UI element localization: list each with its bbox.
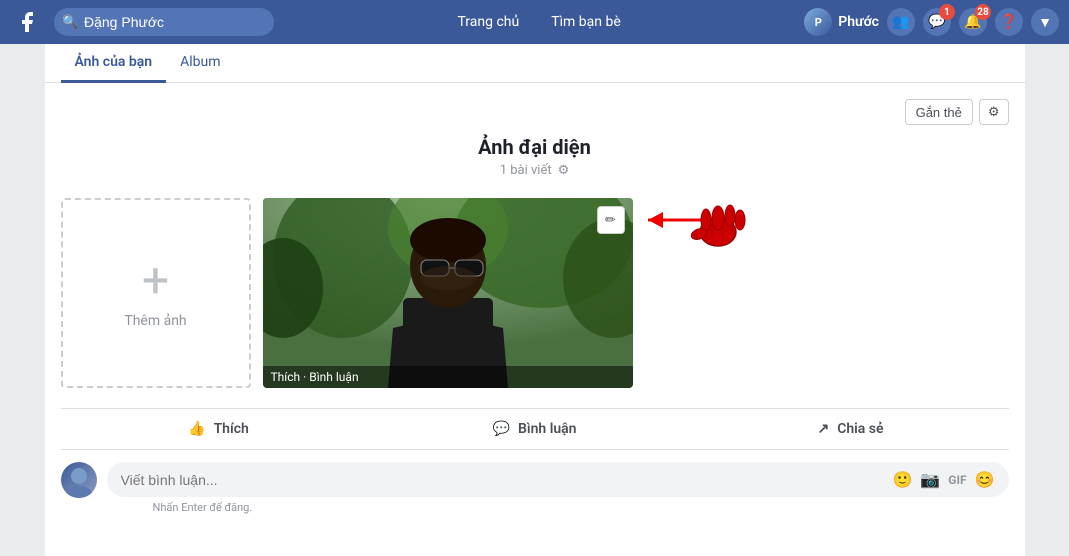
share-button[interactable]: ↗ Chia sẻ xyxy=(693,413,1009,445)
comment-area: 🙂 📷 GIF 😊 Nhấn Enter để đăng. xyxy=(61,462,1009,514)
subnav-albums[interactable]: Album xyxy=(166,44,234,83)
comment-input[interactable] xyxy=(121,472,885,488)
share-label: Chia sẻ xyxy=(837,421,883,437)
photo-title: Ảnh đại diện xyxy=(61,135,1009,159)
add-photo-label: Thêm ảnh xyxy=(124,313,186,329)
question-icon: ❓ xyxy=(1000,14,1017,30)
commenter-avatar xyxy=(61,462,97,498)
sticker-icon[interactable]: 😊 xyxy=(975,470,995,489)
photo-subtitle: 1 bài viết ⚙ xyxy=(61,163,1009,178)
facebook-logo[interactable] xyxy=(10,4,46,40)
comment-input-wrap[interactable]: 🙂 📷 GIF 😊 xyxy=(107,462,1009,497)
enter-hint: Nhấn Enter để đăng. xyxy=(153,501,1009,514)
post-count: 1 bài viết xyxy=(500,163,552,178)
comment-label: Bình luận xyxy=(518,421,577,437)
emoji-icon[interactable]: 🙂 xyxy=(892,470,912,489)
nav-left: 🔍 xyxy=(10,4,274,40)
message-badge: 1 xyxy=(939,4,955,20)
like-button[interactable]: 👍 Thích xyxy=(61,413,377,445)
action-bar: 👍 Thích 💬 Bình luận ↗ Chia sẻ xyxy=(61,408,1009,450)
gear-button[interactable]: ⚙ xyxy=(979,99,1009,125)
edit-photo-button[interactable]: ✏ xyxy=(597,206,625,234)
profile-avatar: P xyxy=(804,8,832,36)
gif-icon[interactable]: GIF xyxy=(948,473,966,487)
page-wrapper: Ảnh của bạn Album Gắn thẻ ⚙ Ảnh đại diện… xyxy=(0,44,1069,556)
chevron-down-icon: ▼ xyxy=(1038,14,1052,31)
comment-button[interactable]: 💬 Bình luận xyxy=(377,413,693,445)
profile-name: Phước xyxy=(838,14,879,30)
top-buttons: Gắn thẻ ⚙ xyxy=(61,99,1009,125)
notifications-icon-button[interactable]: 🔔 28 xyxy=(959,8,987,36)
tag-button[interactable]: Gắn thẻ xyxy=(905,99,973,125)
help-icon-button[interactable]: ❓ xyxy=(995,8,1023,36)
people-icon: 👥 xyxy=(892,14,909,30)
plus-icon: + xyxy=(142,257,169,305)
people-icon-button[interactable]: 👥 xyxy=(887,8,915,36)
content-area: Ảnh của bạn Album Gắn thẻ ⚙ Ảnh đại diện… xyxy=(45,44,1025,556)
profile-button[interactable]: P Phước xyxy=(804,8,879,36)
find-friends-link[interactable]: Tìm bạn bè xyxy=(545,14,627,30)
subnav: Ảnh của bạn Album xyxy=(45,44,1025,83)
main-content: Gắn thẻ ⚙ Ảnh đại diện 1 bài viết ⚙ + Th… xyxy=(45,83,1025,530)
nav-right: P Phước 👥 💬 1 🔔 28 ❓ ▼ xyxy=(804,8,1059,36)
dropdown-icon-button[interactable]: ▼ xyxy=(1031,8,1059,36)
comment-icon: 💬 xyxy=(493,421,510,437)
notification-badge: 28 xyxy=(975,4,991,20)
home-link[interactable]: Trang chủ xyxy=(451,14,525,30)
photo-grid: + Thêm ảnh xyxy=(61,198,1009,388)
photo-item: Thích · Bình luận ✏ xyxy=(263,198,633,388)
nav-center: Trang chủ Tìm bạn bè xyxy=(274,14,804,30)
comment-emoji-icons: 🙂 📷 GIF 😊 xyxy=(892,470,994,489)
search-wrap: 🔍 xyxy=(54,8,274,36)
messages-icon-button[interactable]: 💬 1 xyxy=(923,8,951,36)
like-label: Thích xyxy=(214,421,249,437)
search-input[interactable] xyxy=(54,8,274,36)
top-navigation: 🔍 Trang chủ Tìm bạn bè P Phước 👥 💬 1 🔔 2… xyxy=(0,0,1069,44)
arrow-annotation xyxy=(628,190,748,260)
subnav-photos[interactable]: Ảnh của bạn xyxy=(61,44,167,83)
subtitle-gear-icon[interactable]: ⚙ xyxy=(558,163,570,178)
camera-icon[interactable]: 📷 xyxy=(920,470,940,489)
photo-overlay-bar: Thích · Bình luận xyxy=(263,366,633,388)
like-icon: 👍 xyxy=(188,421,205,437)
photo-image: Thích · Bình luận xyxy=(263,198,633,388)
search-icon: 🔍 xyxy=(62,15,78,30)
share-icon: ↗ xyxy=(817,421,829,437)
add-photo-box[interactable]: + Thêm ảnh xyxy=(61,198,251,388)
